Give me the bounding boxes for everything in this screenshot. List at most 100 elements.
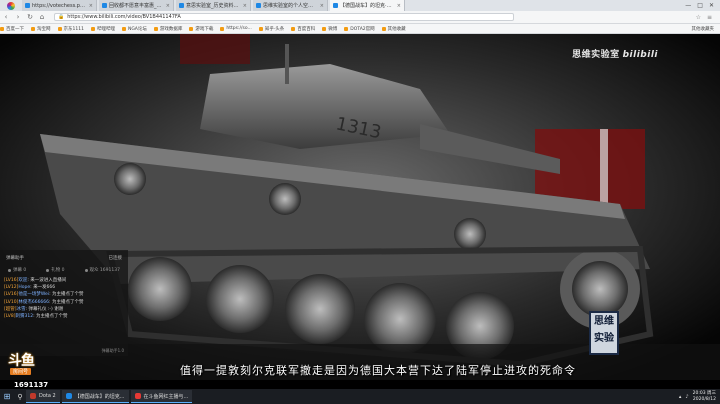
overlay-stat: 观众 1691137 [84,267,120,273]
maximize-icon[interactable]: □ [697,2,703,9]
bookmark-icon [220,26,225,31]
tab-label: 意思实验室_历史资料解析 [186,3,241,9]
bookmark-item[interactable]: 游戏下载 [189,26,213,32]
douyu-room-label: 房间号 [10,368,32,375]
tab-label: https://votechess.pplicious.cn [32,2,87,9]
bookmark-icon [90,26,95,31]
lock-icon: 🔒 [58,14,65,20]
tab-close-icon[interactable]: × [166,3,170,9]
browser-tab[interactable]: 意思实验室_历史资料解析 × [176,0,251,11]
bilibili-logo: bilibili [622,50,658,60]
bookmark-item[interactable]: 京东1111 [57,26,84,32]
chat-message: [LV12]Hope: 来一发666 [4,285,56,291]
close-window-icon[interactable]: ✕ [709,2,714,9]
tab-close-icon[interactable]: × [320,3,324,9]
url-input[interactable]: 🔒 https://www.bilibili.com/video/BV1B441… [54,13,514,21]
taskbar-item[interactable]: 【德国战车】的坦克... [61,390,129,403]
bookmark-item[interactable]: 百度百科 [291,26,315,32]
browser-tab[interactable]: 回收都不愿意丰富惠_历史都记录× [99,0,174,11]
bookmark-icon [153,26,158,31]
bookmark-item[interactable]: 知乎·头条 [258,26,284,32]
bookmark-item[interactable]: 百度一下 [0,26,24,32]
bookmark-item[interactable]: 游戏数据库 [153,26,182,32]
danmaku-overlay: 弹幕助手 已连接 弹幕 0 礼物 0 观众 1691137 [LV16]欢迎: 来一… [0,250,128,356]
taskbar-item[interactable]: Dota 2 [26,390,60,403]
douyu-logo: 斗鱼 房间号 [8,350,58,382]
tab-favicon-icon [25,3,30,8]
tab-favicon-icon [333,3,338,8]
back-icon[interactable]: ‹ [0,13,12,21]
app-icon [134,393,141,399]
browser-tab-strip: https://votechess.pplicious.cn×回收都不愿意丰富惠… [0,0,720,11]
browser-tab[interactable]: 【德国战车】的坦克·思维实验× [330,0,405,11]
chat-message: [超管]冰雪: 弹幕礼仪 :-) 谢谢 [4,306,64,312]
star-icon[interactable]: ☆ [696,14,701,21]
app-icon [30,393,36,399]
douyu-logo-text: 斗鱼 [8,353,35,369]
bookmark-item[interactable]: 淘宝网 [31,26,51,32]
taskbar-item[interactable]: 在斗鱼网红主播与... [130,390,193,403]
bookmark-item[interactable]: 其他收藏 [381,26,406,32]
bookmark-icon [344,26,349,31]
seal-line-1: 思维 [594,316,614,327]
seal-line-2: 实验 [594,333,614,344]
tab-close-icon[interactable]: × [89,3,93,9]
bookmark-icon [189,26,194,31]
url-text: https://www.bilibili.com/video/BV1B44114… [67,14,181,20]
room-number: 1691137 [14,381,49,389]
overlay-stat: 礼物 0 [46,267,65,273]
bookmarks-bar: 百度一下 淘宝网 京东1111 哔哩哔哩 NGA论坛 游戏数据库 游戏下载 https://s… [0,24,720,34]
network-icon[interactable]: ▴ [679,394,682,400]
bookmark-icon [121,26,126,31]
stat-icon [8,268,11,272]
tab-label: 回收都不愿意丰富惠_历史都记录 [109,3,164,9]
tab-favicon-icon [179,3,184,8]
bookmark-item[interactable]: https://so... [220,26,252,32]
tab-label: 【德国战车】的坦克·思维实验 [340,3,395,9]
browser-tab[interactable]: 思维实验室的个人空间 - 哔哩哔× [253,0,328,11]
chat-message: [LV16]欢迎: 来一波进入直播间 [4,278,67,283]
search-icon[interactable]: ⚲ [14,393,26,401]
stat-icon [84,268,88,272]
tab-close-icon[interactable]: × [243,3,247,9]
overlay-status: 已连接 [108,256,123,261]
video-watermark: 思维实验室 bilibili [572,50,658,60]
volume-icon[interactable]: ♪ [685,394,688,400]
tab-favicon-icon [256,3,261,8]
bookmark-icon [31,26,35,31]
overlay-stat: 弹幕 0 [8,267,26,273]
bookmark-item[interactable]: NGA论坛 [121,26,147,32]
menu-icon[interactable]: ≡ [707,14,712,21]
window-controls: — □ ✕ [679,0,720,11]
start-icon[interactable]: ⊞ [0,392,14,401]
system-clock[interactable]: 20:03 周三 2020/8/12 [693,391,716,402]
bookmark-icon [0,26,4,31]
bookmark-icon [258,26,263,31]
bookmark-item[interactable]: 微博 [322,26,337,32]
overlay-footer: 弹幕助手1.0 [101,348,124,353]
address-bar: ‹ › ↻ ⌂ 🔒 https://www.bilibili.com/video… [0,11,720,24]
chat-message: [LV8]刺猬312: 为主播点了个赞 [4,314,68,320]
bookmark-icon [381,26,386,31]
bookmark-item[interactable]: DOTA2官网 [344,26,375,32]
tab-favicon-icon [102,3,107,8]
home-icon[interactable]: ⌂ [36,13,48,21]
bookmark-other[interactable]: 其他收藏夹 [692,26,715,32]
browser-tab[interactable]: https://votechess.pplicious.cn× [22,0,97,11]
overlay-title: 弹幕助手 [6,256,24,261]
forward-icon[interactable]: › [12,13,24,21]
stat-icon [46,268,50,272]
tab-label: 思维实验室的个人空间 - 哔哩哔 [263,3,318,9]
bookmark-icon [57,26,62,31]
bookmark-item[interactable]: 哔哩哔哩 [90,26,115,32]
tab-close-icon[interactable]: × [397,3,401,9]
bookmark-icon [291,26,296,31]
minimize-icon[interactable]: — [685,2,691,9]
chat-message: [LV16]他是一场梦Wei: 为主播点了个赞 [4,292,84,298]
chat-list[interactable]: [LV16]欢迎: 来一波进入直播间 [LV12]Hope: 来一发666 [LV1… [0,277,128,320]
browser-logo-icon[interactable] [0,0,22,11]
reload-icon[interactable]: ↻ [24,13,36,21]
bookmark-icon [322,26,327,31]
chat-message: [LV10]林俊杰666666: 为主播点了个赞 [4,299,84,305]
channel-seal: 思维 实验 [589,311,619,355]
